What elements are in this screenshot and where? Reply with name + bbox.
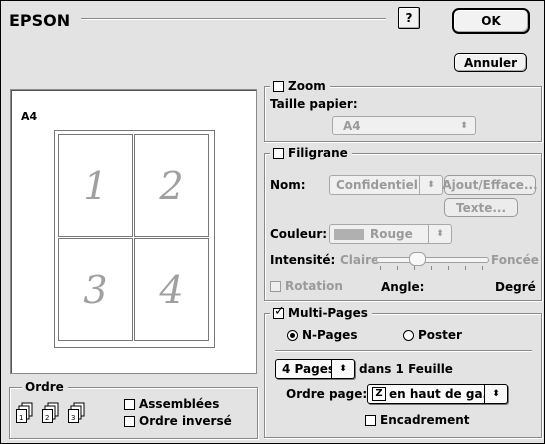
border-checkbox[interactable]: Encadrement [365, 413, 470, 427]
border-label: Encadrement [380, 413, 470, 427]
page-order-3-icon: 3 [68, 402, 85, 423]
page-order-1-icon: 1 [16, 402, 33, 423]
intensity-max-label: Foncée [491, 253, 539, 267]
page-order-z-icon: Z [372, 387, 386, 401]
page-order-select[interactable]: Z en haut de ga... ⬍ [367, 384, 508, 404]
up-down-arrow-icon: ⬍ [331, 360, 354, 378]
ordre-group: Ordre 1 2 3 Assemblées Ordre inversé [9, 380, 258, 439]
page-order-label: Ordre page: [286, 387, 368, 401]
npages-radio[interactable]: N-Pages [287, 328, 357, 342]
paper-size-label: Taille papier: [270, 97, 358, 111]
ordre-icons: 1 2 3 [16, 402, 90, 424]
reverse-order-checkbox[interactable]: Ordre inversé [124, 414, 232, 428]
multipages-group: ✓ Multi-Pages N-Pages Poster 4 Pages ⬍ da… [264, 305, 542, 438]
watermark-name-label: Nom: [270, 178, 306, 192]
assembled-box[interactable] [124, 398, 135, 410]
print-options-dialog: EPSON ? OK Annuler A4 1 2 3 4 Ordre 1 2 … [0, 0, 545, 444]
poster-radio[interactable]: Poster [403, 328, 462, 342]
brand-logo: EPSON [9, 11, 71, 30]
assembled-label: Assemblées [139, 397, 220, 411]
preview-page-1: 1 [58, 134, 133, 237]
paper-size-select[interactable]: A4 ⬍ [332, 116, 476, 135]
preview-page-3: 3 [58, 238, 133, 341]
assembled-checkbox[interactable]: Assemblées [124, 397, 219, 411]
rotation-label: Rotation [285, 279, 343, 293]
up-down-arrow-icon: ⬍ [460, 120, 468, 131]
zoom-checkbox[interactable] [273, 80, 284, 92]
preview-page-number: 3 [83, 267, 108, 312]
reverse-order-box[interactable] [124, 415, 135, 427]
intensity-slider[interactable] [376, 251, 489, 271]
help-button[interactable]: ? [398, 7, 420, 29]
cancel-button[interactable]: Annuler [454, 53, 527, 72]
up-down-arrow-icon: ⬍ [484, 385, 507, 403]
pages-per-sheet-value: 4 Pages [282, 362, 331, 376]
watermark-name-value: Confidentiel [336, 178, 418, 192]
border-box[interactable] [365, 414, 376, 426]
page-order-value: en haut de ga... [389, 387, 484, 401]
ordre-title: Ordre [22, 380, 68, 394]
preview-sheet: 1 2 3 4 [54, 130, 215, 348]
preview-page-number: 2 [159, 163, 184, 208]
zoom-group: Zoom Taille papier: A4 ⬍ [264, 79, 542, 142]
preview-page-4: 4 [134, 238, 209, 341]
watermark-color-value: Rouge [370, 227, 413, 241]
up-down-arrow-icon: ⬍ [419, 176, 442, 194]
help-icon: ? [405, 11, 413, 25]
multipages-divider [275, 350, 532, 352]
header-divider [81, 18, 386, 20]
filigrane-toggle[interactable]: Filigrane [270, 146, 352, 160]
angle-unit-label: Degré [495, 280, 536, 294]
watermark-color-label: Couleur: [270, 227, 328, 241]
multipages-toggle[interactable]: ✓ Multi-Pages [270, 305, 372, 320]
sheet-count-label: dans 1 Feuille [359, 362, 453, 376]
color-swatch [334, 228, 364, 240]
filigrane-checkbox[interactable] [273, 147, 284, 159]
intensity-slider-thumb[interactable] [409, 252, 426, 266]
watermark-text-button[interactable]: Texte... [444, 198, 518, 217]
multipages-checkbox[interactable]: ✓ [273, 305, 285, 319]
reverse-order-label: Ordre inversé [139, 414, 232, 428]
svg-text:1: 1 [19, 414, 23, 422]
preview-page-number: 4 [159, 267, 184, 312]
preview-paper-label: A4 [21, 110, 38, 123]
intensity-min-label: Claire [340, 253, 380, 267]
filigrane-group: Filigrane Nom: Confidentiel ⬍ Ajout/Effa… [264, 146, 542, 301]
poster-radio-button[interactable] [403, 329, 414, 341]
up-down-arrow-icon: ⬍ [428, 225, 451, 243]
intensity-label: Intensité: [270, 253, 336, 267]
preview-page-number: 1 [83, 163, 108, 208]
watermark-name-select[interactable]: Confidentiel ⬍ [329, 175, 443, 195]
page-order-2-icon: 2 [42, 402, 59, 423]
npages-label: N-Pages [302, 328, 358, 342]
rotation-checkbox[interactable]: Rotation [270, 279, 343, 293]
preview-page-2: 2 [134, 134, 209, 237]
ok-button[interactable]: OK [452, 8, 530, 34]
angle-label: Angle: [381, 280, 425, 294]
preview-panel: A4 1 2 3 4 [10, 89, 257, 374]
poster-label: Poster [418, 328, 462, 342]
svg-text:3: 3 [71, 414, 75, 422]
zoom-toggle[interactable]: Zoom [270, 79, 330, 93]
add-remove-watermark-button[interactable]: Ajout/Efface... [442, 175, 538, 195]
npages-radio-button[interactable] [287, 329, 298, 341]
watermark-color-select[interactable]: Rouge ⬍ [329, 224, 452, 244]
paper-size-value: A4 [343, 118, 361, 133]
svg-text:2: 2 [45, 414, 49, 422]
rotation-box[interactable] [270, 280, 281, 292]
pages-per-sheet-select[interactable]: 4 Pages ⬍ [275, 359, 355, 379]
